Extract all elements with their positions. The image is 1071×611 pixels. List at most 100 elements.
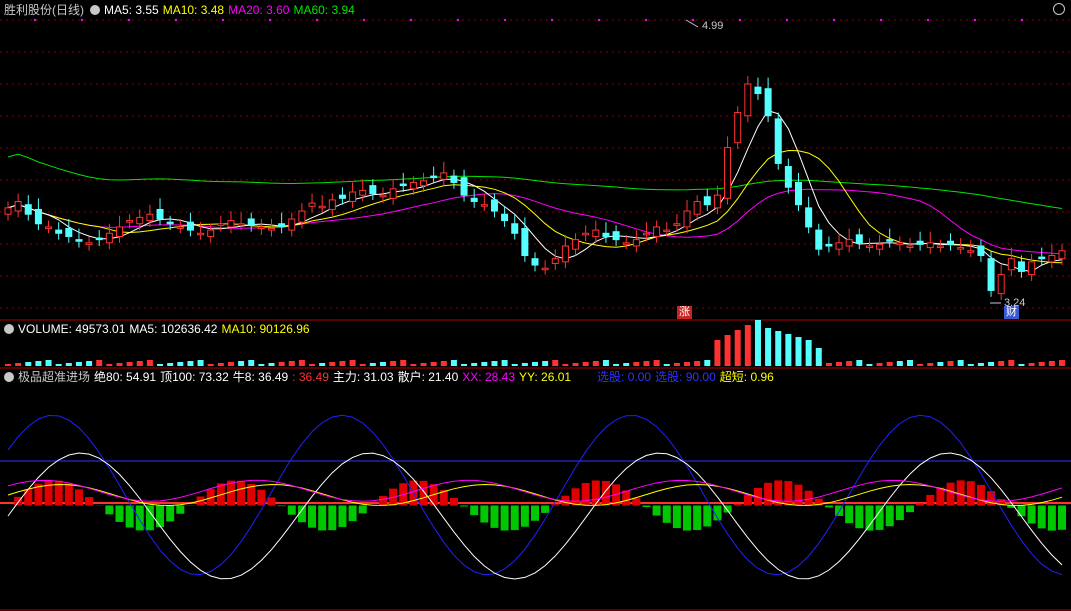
- candle: [693, 201, 701, 215]
- signal-dot: [691, 18, 695, 22]
- signal-dot: [33, 18, 37, 22]
- signal-dot: [926, 18, 930, 22]
- volume-bar: [5, 364, 11, 366]
- candle: [480, 204, 488, 207]
- candle: [602, 232, 610, 237]
- close-icon[interactable]: [1053, 3, 1065, 15]
- cai-badge: 财: [1004, 306, 1019, 319]
- chaoduan-label: 超短: 0.96: [719, 370, 774, 384]
- candle: [653, 226, 661, 237]
- volume-bar: [977, 363, 984, 366]
- candle: [501, 213, 509, 222]
- volume-bar: [795, 337, 802, 366]
- signal-dot: [597, 18, 601, 22]
- volume-bar: [75, 362, 82, 366]
- candle: [582, 232, 590, 236]
- volume-bar: [248, 360, 255, 366]
- sanhu-label: 散户: 21.40: [397, 370, 459, 384]
- settings-icon[interactable]: [4, 324, 14, 334]
- volume-bar: [96, 360, 103, 366]
- volume-bar: [825, 363, 832, 366]
- stock-chart: [0, 18, 1071, 611]
- volume-bar: [886, 362, 893, 366]
- candle: [399, 183, 407, 187]
- signal-dot: [127, 18, 131, 22]
- candle: [288, 218, 296, 231]
- volume-bar: [927, 363, 934, 366]
- volume-bar: [491, 361, 498, 366]
- volume-bar: [724, 335, 731, 366]
- candle: [845, 239, 853, 247]
- volume-bar: [532, 362, 538, 366]
- volume-bar: [116, 363, 123, 366]
- volume-bar: [227, 362, 234, 366]
- candle: [865, 245, 873, 248]
- zhuli-label: 主力: 31.03: [332, 370, 394, 384]
- volume-bar: [45, 360, 52, 366]
- volume-bar: [653, 360, 660, 366]
- volume-bar: [896, 361, 903, 366]
- signal-dot: [80, 18, 84, 22]
- candle: [724, 146, 732, 199]
- volume-bar: [481, 362, 488, 366]
- signal-dot: [785, 18, 789, 22]
- volume-bar: [471, 363, 478, 366]
- high-marker-arrow: [685, 19, 699, 28]
- settings-icon[interactable]: [4, 372, 14, 382]
- volume-bar: [369, 363, 376, 366]
- candle: [136, 216, 144, 225]
- candle: [764, 88, 772, 117]
- candle: [126, 220, 134, 223]
- ma10-line: [7, 149, 1063, 264]
- ma20-label: MA20: 3.60: [228, 3, 290, 17]
- ma5-label: MA5: 3.55: [104, 3, 159, 17]
- volume-bar: [714, 340, 721, 366]
- volume-bar: [542, 361, 549, 366]
- candle: [683, 210, 691, 228]
- volume-bar: [157, 364, 164, 366]
- volume-bar: [694, 361, 701, 366]
- candle: [278, 223, 286, 228]
- signal-dot: [315, 18, 319, 22]
- ma60-label: MA60: 3.94: [293, 3, 355, 17]
- candle: [379, 194, 387, 198]
- signal-dot: [879, 18, 883, 22]
- volume-bar: [359, 364, 366, 366]
- volume-bar: [35, 361, 42, 366]
- candle: [572, 239, 580, 250]
- candle: [369, 185, 377, 195]
- volume-bar: [187, 361, 194, 366]
- volume-bar: [55, 364, 62, 366]
- volume-bar: [1028, 363, 1035, 366]
- volume-bar: [623, 363, 630, 366]
- candle: [217, 223, 225, 226]
- volume-bar: [146, 360, 153, 366]
- candle: [754, 86, 762, 94]
- candle: [115, 226, 123, 237]
- candle: [389, 188, 397, 199]
- candle: [308, 202, 316, 207]
- signal-dot: [409, 18, 413, 22]
- volume-bar: [126, 362, 133, 366]
- signal-dot: [644, 18, 648, 22]
- candle: [328, 199, 336, 210]
- candle: [186, 221, 194, 231]
- candle: [622, 242, 630, 245]
- volume-bar: [501, 360, 508, 366]
- candle: [795, 181, 802, 206]
- vol-ma10-label: MA10: 90126.96: [221, 322, 310, 336]
- volume-bar: [65, 363, 72, 366]
- volume-bar: [734, 330, 741, 366]
- volume-bar: [1008, 360, 1015, 366]
- settings-icon[interactable]: [90, 5, 100, 15]
- volume-bar: [957, 360, 964, 366]
- volume-bar: [805, 340, 812, 366]
- volume-bar: [643, 361, 650, 366]
- volume-bar: [197, 360, 204, 366]
- candle: [237, 223, 245, 226]
- volume-bar: [511, 364, 518, 366]
- volume-bar: [906, 360, 913, 366]
- volume-bar: [440, 361, 447, 366]
- volume-bar: [106, 364, 113, 366]
- volume-bar: [998, 361, 1005, 366]
